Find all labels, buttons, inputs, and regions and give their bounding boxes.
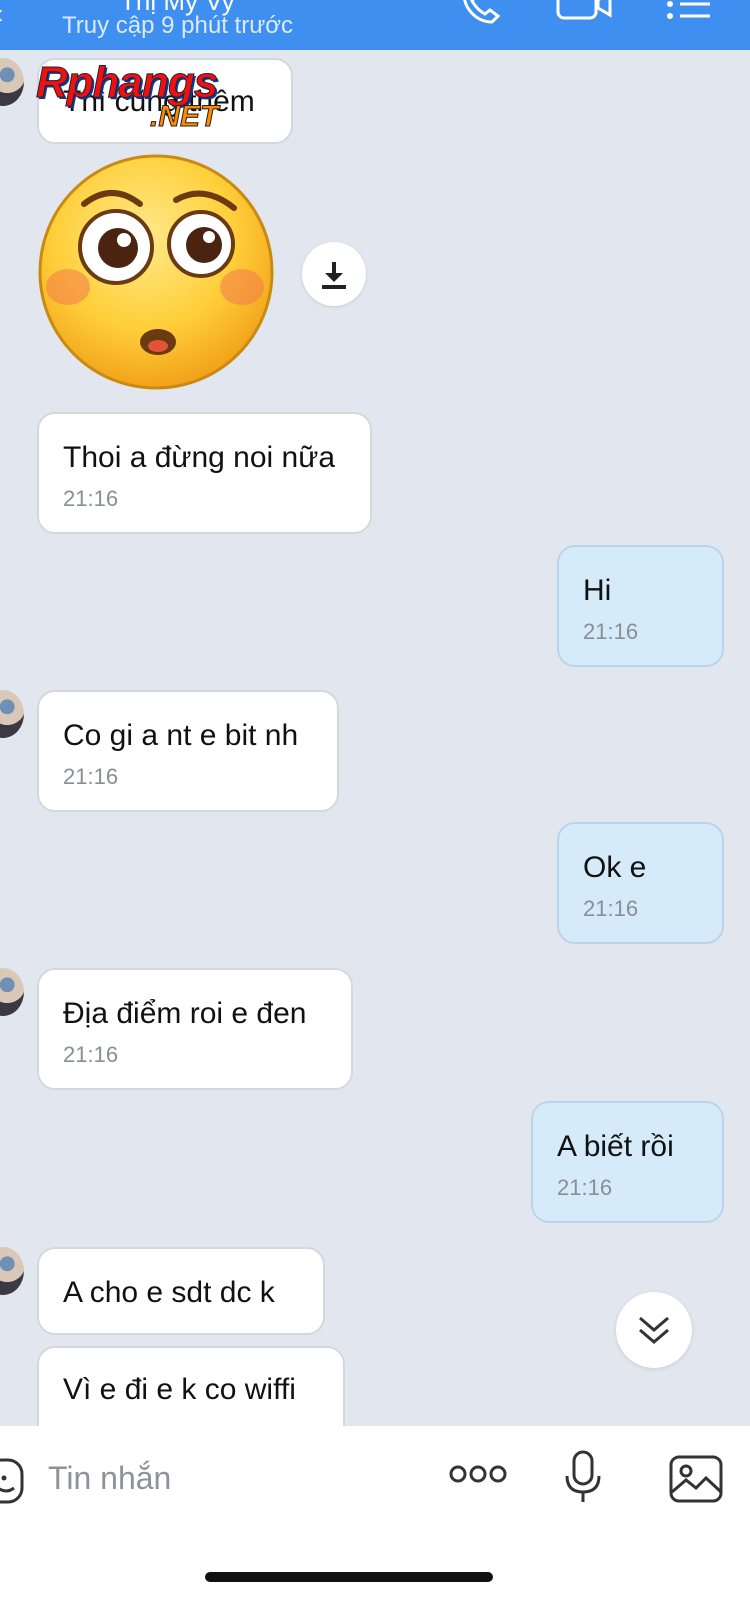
phone-icon[interactable] (456, 0, 504, 28)
message-text: Hi (583, 574, 612, 607)
double-chevron-down-icon (639, 1316, 669, 1344)
more-options-icon[interactable] (448, 1462, 508, 1486)
message-text: Thoi a đừng noi nữa (63, 441, 336, 474)
message-time: 21:16 (63, 486, 119, 511)
image-icon[interactable] (668, 1454, 724, 1504)
contact-avatar[interactable] (0, 58, 24, 106)
message-bubble-outgoing[interactable]: Hi 21:16 (557, 545, 724, 667)
message-text: Địa điểm roi e đen (63, 997, 307, 1030)
message-text: A cho e sdt dc k (63, 1276, 275, 1309)
last-seen-status: Truy cập 9 phút trước (62, 12, 293, 39)
contact-avatar[interactable] (0, 690, 24, 738)
contact-avatar[interactable] (0, 968, 24, 1016)
message-text: Ok e (583, 851, 647, 884)
watermark-logo-suffix: .NET (149, 100, 219, 134)
message-bubble-incoming[interactable]: Địa điểm roi e đen 21:16 (37, 968, 353, 1090)
message-time: 21:16 (557, 1175, 613, 1200)
message-bubble-outgoing[interactable]: A biết rồi 21:16 (531, 1101, 724, 1223)
scroll-to-bottom-button[interactable] (616, 1292, 692, 1368)
video-call-icon[interactable] (556, 0, 614, 28)
flushed-face-emoji-sticker[interactable] (36, 152, 276, 392)
message-time: 21:16 (583, 896, 639, 921)
home-indicator[interactable] (205, 1572, 493, 1582)
message-time: 21:16 (63, 1042, 119, 1067)
contact-avatar[interactable] (0, 1247, 24, 1295)
download-icon (322, 262, 346, 289)
chat-header: ‹ Thị Mỹ Vy Truy cập 9 phút trước (0, 0, 750, 50)
message-text: Co gi a nt e bit nh (63, 719, 299, 752)
message-text: Vì e đi e k co wiffi (63, 1373, 296, 1406)
message-bubble-incoming[interactable]: Thoi a đừng noi nữa 21:16 (37, 412, 372, 534)
back-arrow-icon[interactable]: ‹ (0, 0, 3, 30)
emoji-icon[interactable] (0, 1456, 26, 1506)
message-time: 21:16 (583, 619, 639, 644)
message-bubble-incoming[interactable]: A cho e sdt dc k (37, 1247, 325, 1335)
message-bubble-incoming[interactable]: Co gi a nt e bit nh 21:16 (37, 690, 339, 812)
message-text: A biết rồi (557, 1130, 674, 1163)
message-bubble-outgoing[interactable]: Ok e 21:16 (557, 822, 724, 944)
message-input[interactable]: Tin nhắn (48, 1460, 171, 1497)
download-button[interactable] (302, 242, 366, 306)
menu-list-icon[interactable] (664, 0, 714, 28)
microphone-icon[interactable] (562, 1450, 604, 1506)
message-time: 21:16 (63, 764, 119, 789)
